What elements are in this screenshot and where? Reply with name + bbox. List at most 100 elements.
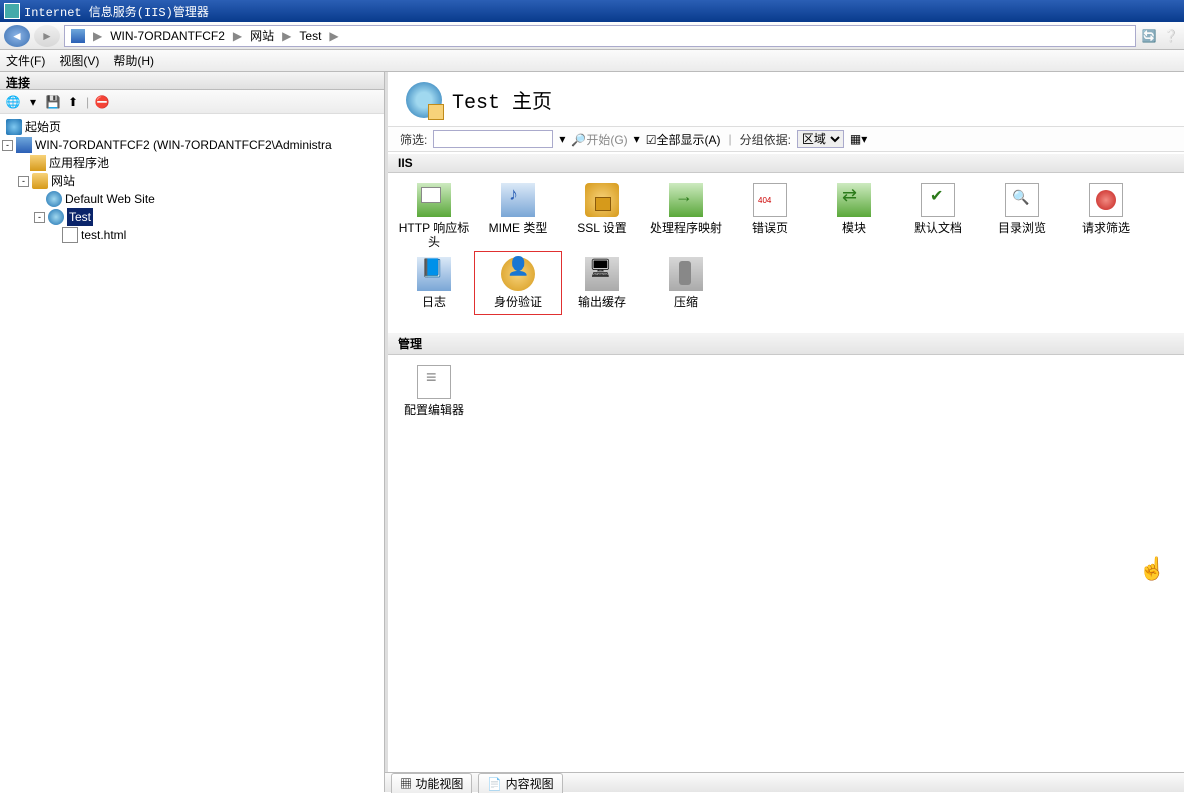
breadcrumb[interactable]: ▶ WIN-7ORDANTFCF2 ▶ 网站 ▶ Test ▶ — [64, 25, 1136, 47]
iis-feature-grid: HTTP 响应标头 MIME 类型 SSL 设置 处理程序映射 错误页 模块 默… — [388, 173, 1184, 319]
menu-bar: 文件(F) 视图(V) 帮助(H) — [0, 50, 1184, 72]
collapse-icon[interactable]: - — [34, 212, 45, 223]
filter-label: 筛选: — [400, 131, 427, 148]
management-feature-grid: 配置编辑器 — [388, 355, 1184, 427]
groupby-select[interactable]: 区域 — [797, 130, 844, 148]
feature-http-headers[interactable]: HTTP 响应标头 — [392, 179, 476, 253]
mime-icon — [501, 183, 535, 217]
handler-icon — [669, 183, 703, 217]
stop-icon[interactable]: ⛔ — [93, 93, 111, 111]
site-icon — [406, 82, 442, 118]
chevron-right-icon: ▶ — [89, 29, 106, 43]
connect-icon[interactable]: 🌐 — [4, 93, 22, 111]
feature-directory-browsing[interactable]: 目录浏览 — [980, 179, 1064, 253]
connections-panel: 连接 🌐 ▾ 💾 ⬆ | ⛔ 起始页 - WIN-7ORDANTFCF2 (WI… — [0, 72, 385, 792]
view-mode-icon[interactable]: ▦▾ — [850, 132, 867, 146]
connections-toolbar: 🌐 ▾ 💾 ⬆ | ⛔ — [0, 90, 384, 114]
feature-compression[interactable]: 压缩 — [644, 253, 728, 313]
breadcrumb-server[interactable]: WIN-7ORDANTFCF2 — [110, 29, 225, 43]
default-doc-icon — [921, 183, 955, 217]
tab-features-view[interactable]: ▦ 功能视图 — [391, 773, 472, 793]
sites-icon — [32, 173, 48, 189]
log-icon — [417, 257, 451, 291]
tree-app-pools[interactable]: 应用程序池 — [2, 154, 382, 172]
window-titlebar: Internet 信息服务(IIS)管理器 — [0, 0, 1184, 22]
dir-browse-icon — [1005, 183, 1039, 217]
tree-test-file[interactable]: test.html — [2, 226, 382, 244]
dropdown-icon[interactable]: ▾ — [24, 93, 42, 111]
up-icon[interactable]: ⬆ — [64, 93, 82, 111]
connections-tree[interactable]: 起始页 - WIN-7ORDANTFCF2 (WIN-7ORDANTFCF2\A… — [0, 114, 384, 792]
content-panel: Test 主页 筛选: ▾ 🔎开始(G) ▾ ☑全部显示(A) | 分组依据: … — [385, 72, 1184, 792]
breadcrumb-sites[interactable]: 网站 — [250, 27, 274, 44]
feature-config-editor[interactable]: 配置编辑器 — [392, 361, 476, 421]
tree-selected-label: Test — [67, 208, 93, 226]
chevron-right-icon: ▶ — [325, 29, 342, 43]
error-icon — [753, 183, 787, 217]
tree-server[interactable]: - WIN-7ORDANTFCF2 (WIN-7ORDANTFCF2\Admin… — [2, 136, 382, 154]
globe-icon — [46, 191, 62, 207]
auth-icon — [501, 257, 535, 291]
chevron-right-icon: ▶ — [278, 29, 295, 43]
app-pool-icon — [30, 155, 46, 171]
breadcrumb-site[interactable]: Test — [299, 29, 321, 43]
menu-file[interactable]: 文件(F) — [6, 52, 45, 69]
server-icon — [71, 29, 85, 43]
collapse-icon[interactable]: - — [18, 176, 29, 187]
cache-icon — [585, 257, 619, 291]
feature-error-pages[interactable]: 错误页 — [728, 179, 812, 253]
separator: | — [726, 132, 733, 146]
http-headers-icon — [417, 183, 451, 217]
dropdown-icon[interactable]: ▾ — [559, 132, 565, 146]
feature-handler-mappings[interactable]: 处理程序映射 — [644, 179, 728, 253]
group-header-management: 管理 — [388, 333, 1184, 355]
feature-authentication[interactable]: 身份验证 — [476, 253, 560, 313]
back-button[interactable]: ◄ — [4, 25, 30, 47]
menu-view[interactable]: 视图(V) — [59, 52, 99, 69]
home-icon — [6, 119, 22, 135]
feature-request-filtering[interactable]: 请求筛选 — [1064, 179, 1148, 253]
modules-icon — [837, 183, 871, 217]
tree-start-page[interactable]: 起始页 — [2, 118, 382, 136]
app-icon — [4, 3, 20, 19]
showall-button[interactable]: ☑全部显示(A) — [646, 131, 721, 148]
go-button[interactable]: 🔎开始(G) — [571, 131, 627, 148]
forward-button[interactable]: ► — [34, 25, 60, 47]
chevron-right-icon: ▶ — [229, 29, 246, 43]
dropdown-icon[interactable]: ▾ — [634, 132, 640, 146]
content-header: Test 主页 — [388, 72, 1184, 126]
server-icon — [16, 137, 32, 153]
collapse-icon[interactable]: - — [2, 140, 13, 151]
refresh-button[interactable]: 🔄 — [1140, 27, 1158, 45]
config-editor-icon — [417, 365, 451, 399]
groupby-label: 分组依据: — [740, 131, 791, 148]
menu-help[interactable]: 帮助(H) — [113, 52, 154, 69]
feature-default-document[interactable]: 默认文档 — [896, 179, 980, 253]
feature-logging[interactable]: 日志 — [392, 253, 476, 313]
save-icon[interactable]: 💾 — [44, 93, 62, 111]
connections-header: 连接 — [0, 72, 384, 90]
filter-toolbar: 筛选: ▾ 🔎开始(G) ▾ ☑全部显示(A) | 分组依据: 区域 ▦▾ — [388, 126, 1184, 152]
ssl-icon — [585, 183, 619, 217]
tree-sites[interactable]: - 网站 — [2, 172, 382, 190]
tree-default-site[interactable]: Default Web Site — [2, 190, 382, 208]
feature-ssl-settings[interactable]: SSL 设置 — [560, 179, 644, 253]
request-filter-icon — [1089, 183, 1123, 217]
window-title: Internet 信息服务(IIS)管理器 — [24, 3, 209, 20]
page-title: Test 主页 — [452, 85, 552, 115]
feature-modules[interactable]: 模块 — [812, 179, 896, 253]
feature-output-caching[interactable]: 输出缓存 — [560, 253, 644, 313]
help-button[interactable]: ❔ — [1162, 27, 1180, 45]
compress-icon — [669, 257, 703, 291]
filter-input[interactable] — [433, 130, 553, 148]
globe-icon — [48, 209, 64, 225]
tab-content-view[interactable]: 📄 内容视图 — [478, 773, 562, 793]
group-header-iis: IIS — [388, 154, 1184, 173]
feature-mime-types[interactable]: MIME 类型 — [476, 179, 560, 253]
cursor-icon: ☝️ — [1139, 556, 1166, 582]
page-icon — [62, 227, 78, 243]
tree-test-site[interactable]: - Test — [2, 208, 382, 226]
nav-toolbar: ◄ ► ▶ WIN-7ORDANTFCF2 ▶ 网站 ▶ Test ▶ 🔄 ❔ — [0, 22, 1184, 50]
bottom-tabs: ▦ 功能视图 📄 内容视图 — [385, 772, 1184, 792]
separator: | — [84, 95, 91, 109]
